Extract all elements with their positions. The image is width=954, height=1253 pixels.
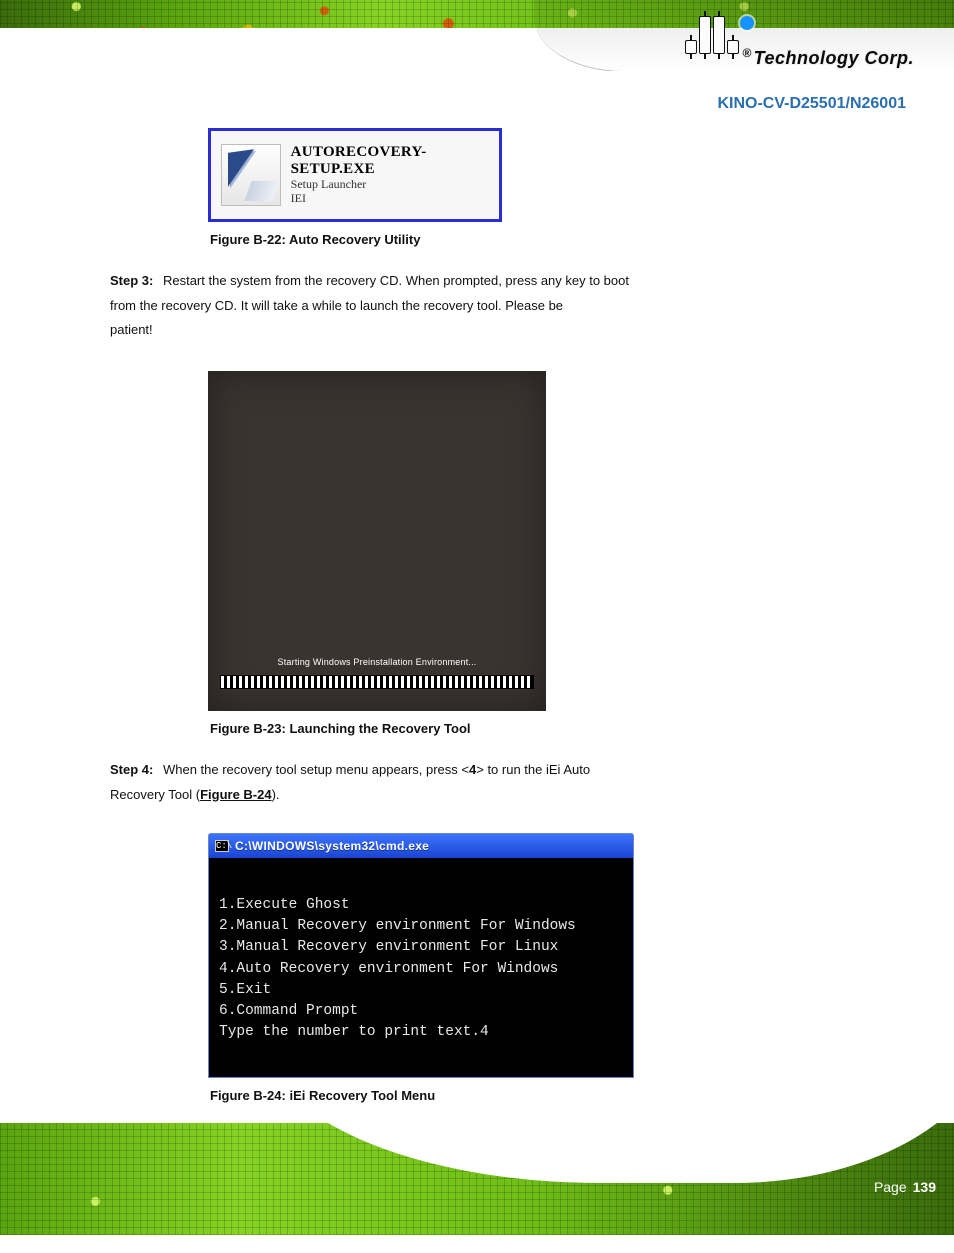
step-3: Step 3: Restart the system from the reco…	[110, 269, 902, 343]
cmd-window: C:\ C:\WINDOWS\system32\cmd.exe 1.Execut…	[208, 833, 634, 1077]
figure-22-caption: Figure B-22: Auto Recovery Utility	[210, 232, 954, 247]
cmd-icon: C:\	[215, 840, 229, 852]
setup-subtitle-1: Setup Launcher	[291, 178, 489, 192]
setup-subtitle-2: IEI	[291, 192, 489, 206]
footer-swoosh	[260, 1123, 954, 1183]
header-banner: ®Technology Corp.	[0, 0, 954, 108]
step-3-line1: Restart the system from the recovery CD.…	[163, 273, 629, 288]
winpe-status-text: Starting Windows Preinstallation Environ…	[278, 658, 477, 667]
step-4: Step 4: When the recovery tool setup men…	[110, 758, 902, 807]
step-3-line2: from the recovery CD. It will take a whi…	[110, 298, 563, 313]
page-content: AUTORECOVERY-SETUP.EXE Setup Launcher IE…	[0, 128, 954, 1253]
cmd-line-2: 2.Manual Recovery environment For Window…	[219, 918, 576, 934]
cmd-line-1: 1.Execute Ghost	[219, 897, 350, 913]
installer-icon	[221, 144, 281, 206]
setup-text-block: AUTORECOVERY-SETUP.EXE Setup Launcher IE…	[291, 144, 489, 206]
setup-launcher-tile: AUTORECOVERY-SETUP.EXE Setup Launcher IE…	[208, 128, 502, 222]
step-4-text-a: When the recovery tool setup menu appear…	[163, 762, 469, 777]
cmd-line-6: 6.Command Prompt	[219, 1003, 358, 1019]
cmd-line-5: 5.Exit	[219, 982, 271, 998]
cmd-titlebar: C:\ C:\WINDOWS\system32\cmd.exe	[209, 834, 633, 858]
cmd-body: 1.Execute Ghost 2.Manual Recovery enviro…	[209, 858, 633, 1076]
brand-logo-dot-icon	[740, 16, 754, 30]
brand-text: ®Technology Corp.	[742, 46, 914, 69]
step-4-text-c: Recovery Tool (	[110, 787, 200, 802]
cmd-line-3: 3.Manual Recovery environment For Linux	[219, 939, 558, 955]
winpe-screenshot: Starting Windows Preinstallation Environ…	[208, 371, 546, 711]
step-3-number: Step 3:	[110, 273, 153, 288]
page-number-badge: Page 139	[874, 1179, 936, 1195]
figure-24-ref: Figure B-24	[200, 787, 272, 802]
step-4-text-b: > to run the iEi Auto	[476, 762, 590, 777]
cmd-line-4: 4.Auto Recovery environment For Windows	[219, 961, 558, 977]
winpe-progress-bar	[220, 675, 534, 689]
step-3-line3: patient!	[110, 322, 153, 337]
product-title: KINO-CV-D25501/N26001	[717, 95, 906, 113]
step-4-text-d: ).	[272, 787, 280, 802]
step-4-number: Step 4:	[110, 762, 153, 777]
figure-23-caption: Figure B-23: Launching the Recovery Tool	[210, 721, 954, 736]
page-label: Page	[874, 1179, 907, 1195]
setup-filename: AUTORECOVERY-SETUP.EXE	[291, 144, 489, 179]
brand-registered: ®	[742, 46, 751, 60]
page-number: 139	[913, 1179, 936, 1195]
footer-banner: Page 139	[0, 1123, 954, 1235]
figure-24-caption: Figure B-24: iEi Recovery Tool Menu	[210, 1088, 954, 1103]
cmd-line-7: Type the number to print text.4	[219, 1024, 489, 1040]
brand-name: Technology Corp.	[754, 48, 914, 68]
cmd-title: C:\WINDOWS\system32\cmd.exe	[235, 840, 429, 852]
